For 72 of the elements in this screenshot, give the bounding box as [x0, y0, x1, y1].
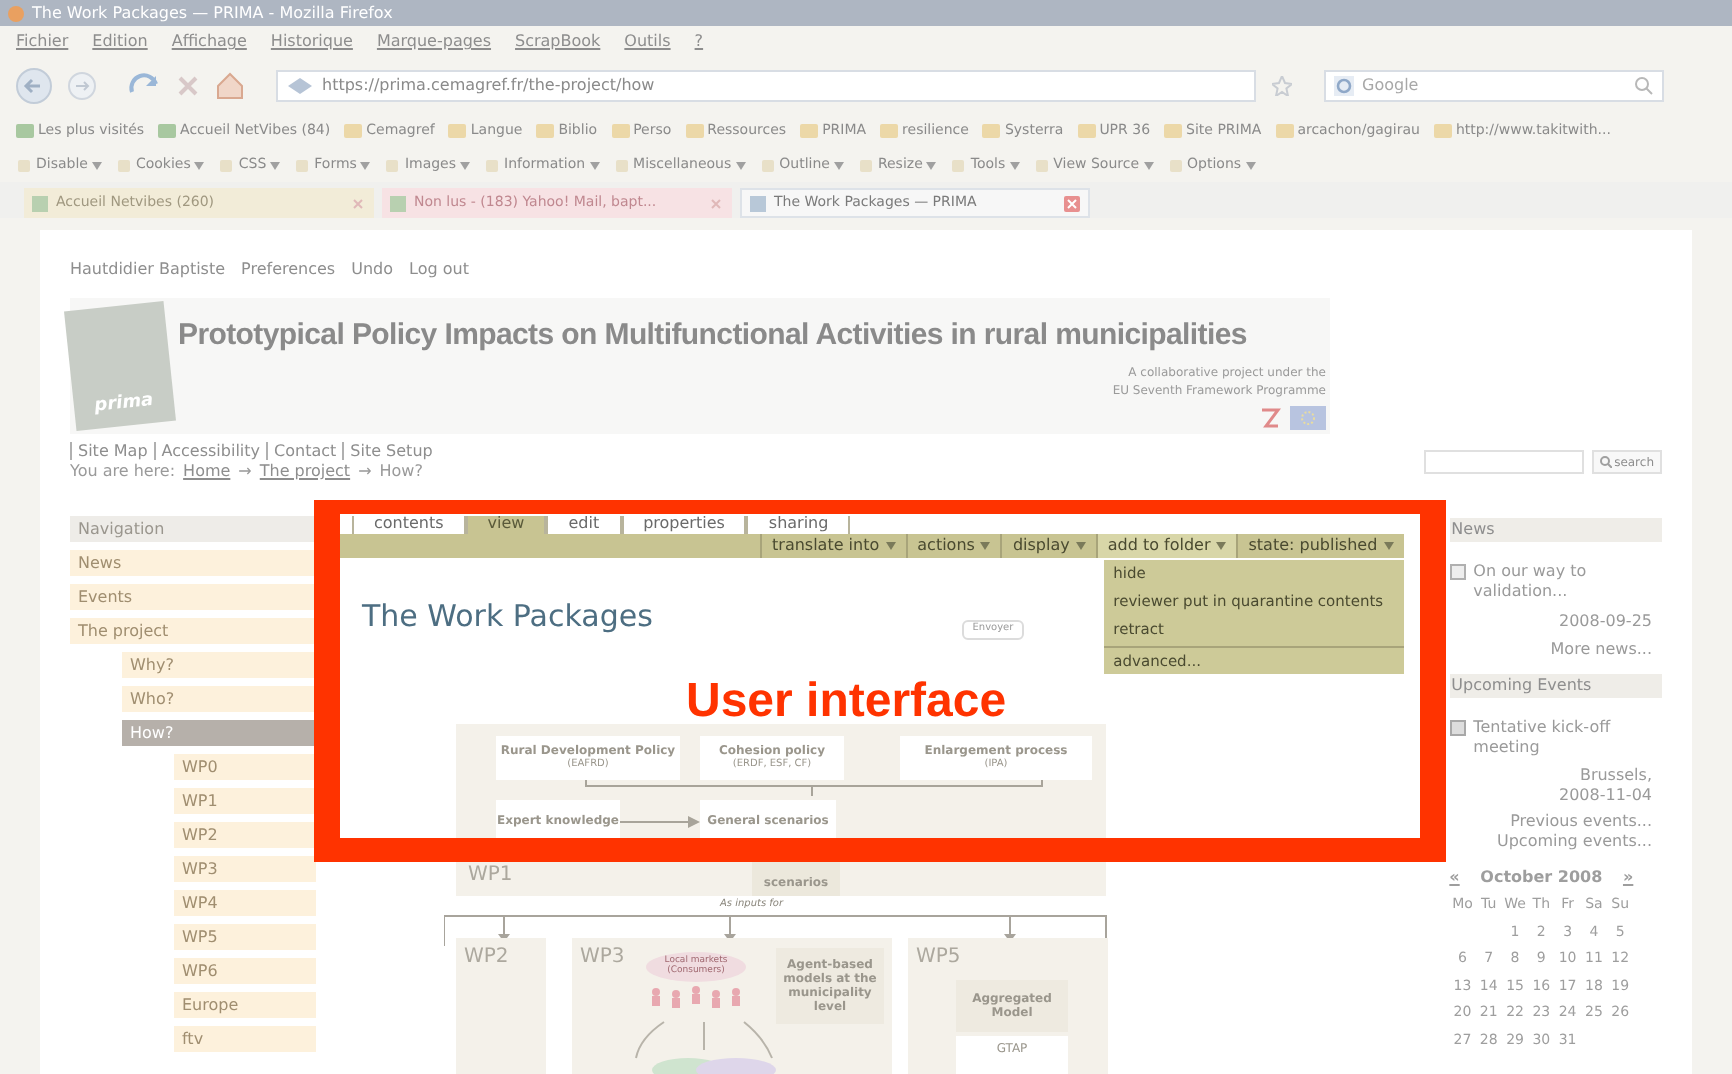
action-menu[interactable]: actions [905, 533, 1001, 559]
content-tab[interactable]: view [465, 516, 547, 534]
portlet-header: News [1449, 518, 1662, 542]
site-action-link[interactable]: Site Setup [342, 442, 439, 460]
search-field[interactable]: Google [1324, 70, 1664, 102]
nav-item[interactable]: WP4 [174, 890, 316, 916]
more-link[interactable]: Upcoming events... [1496, 832, 1652, 852]
action-menu[interactable]: state: published [1236, 533, 1404, 559]
news-date: 2008-09-25 [1559, 610, 1652, 634]
nav-item[interactable]: Europe [174, 992, 316, 1018]
nav-item[interactable]: Who? [122, 686, 316, 712]
menu-item[interactable]: Historique [270, 30, 353, 54]
content-tab[interactable]: edit [546, 516, 622, 534]
breadcrumb-link[interactable]: Home [183, 460, 231, 484]
menu-item[interactable]: Outils [624, 30, 671, 54]
logo-drawing: prima [64, 301, 176, 431]
search-input[interactable]: Google [1362, 74, 1626, 98]
breadcrumb-separator: → [238, 460, 252, 484]
event-location: Brussels, [1579, 766, 1652, 786]
breadcrumb-label: You are here: [70, 460, 176, 484]
nav-item[interactable]: How? [122, 720, 316, 746]
nav-item[interactable]: WP6 [174, 958, 316, 984]
nav-item[interactable]: ftv [174, 1026, 316, 1052]
menu-item[interactable]: Fichier [16, 30, 69, 54]
content-tab[interactable]: sharing [746, 516, 851, 534]
nav-item[interactable]: WP3 [174, 856, 316, 882]
user-link[interactable]: Log out [409, 258, 469, 282]
nav-item[interactable]: News [70, 550, 316, 576]
panel-label: WP3 [580, 945, 625, 970]
annotation-label: User interface [686, 678, 1007, 726]
more-link[interactable]: Previous events... [1510, 812, 1652, 832]
panel-label: WP1 [468, 863, 513, 888]
page-title: The Work Packages [362, 596, 653, 639]
site-title: Prototypical Policy Impacts on Multifunctional Activities in rural municipalities [178, 316, 1249, 356]
next-month-link[interactable]: » [1622, 866, 1634, 890]
action-menu[interactable]: translate into [760, 533, 906, 559]
menu-item[interactable]: Edition [92, 30, 148, 54]
menu-item[interactable]: ScrapBook [515, 30, 601, 54]
nav-item[interactable]: WP0 [174, 754, 316, 780]
site-action-link[interactable]: Site Map [70, 442, 154, 460]
portlet-header: Navigation [70, 516, 316, 542]
window-title: The Work Packages — PRIMA - Mozilla Firefox [32, 5, 393, 21]
portlet-header: Upcoming Events [1449, 674, 1662, 698]
previous-month-link[interactable]: « [1449, 866, 1460, 890]
nav-item[interactable]: WP5 [174, 924, 316, 950]
address-field[interactable]: https://prima.cemagref.fr/the-project/how [276, 70, 1256, 102]
panel-label: WP5 [916, 945, 961, 970]
menu-item[interactable]: Affichage [171, 30, 247, 54]
breadcrumb-current: How? [379, 460, 423, 484]
menu-item[interactable]: Marque-pages [376, 30, 492, 54]
breadcrumb-link[interactable]: The project [259, 460, 351, 484]
user-link[interactable]: Hautdidier Baptiste [70, 258, 226, 282]
site-action-link[interactable]: Accessibility [153, 442, 267, 460]
user-link[interactable]: Preferences [241, 258, 336, 282]
calendar-month: October 2008 [1480, 866, 1603, 890]
nav-item[interactable]: WP1 [174, 788, 316, 814]
content-tab[interactable]: properties [621, 516, 747, 534]
menu-item[interactable]: ? [694, 30, 704, 54]
nav-item[interactable]: Why? [122, 652, 316, 678]
nav-item[interactable]: WP2 [174, 822, 316, 848]
more-link[interactable]: More news... [1550, 638, 1652, 662]
event-link[interactable]: Tentative kick-off meeting [1473, 718, 1662, 758]
site-action-link[interactable]: Contact [266, 442, 343, 460]
panel-label: WP2 [464, 945, 509, 970]
nav-item[interactable]: Events [70, 584, 316, 610]
action-menu[interactable]: add to folder [1095, 533, 1237, 559]
breadcrumb-separator: → [358, 460, 372, 484]
news-link[interactable]: On our way to validation... [1473, 562, 1662, 602]
content-tab[interactable]: contents [352, 516, 466, 534]
nav-item[interactable]: The project [70, 618, 316, 644]
user-link[interactable]: Undo [351, 258, 394, 282]
event-date: 2008-11-04 [1559, 786, 1652, 806]
